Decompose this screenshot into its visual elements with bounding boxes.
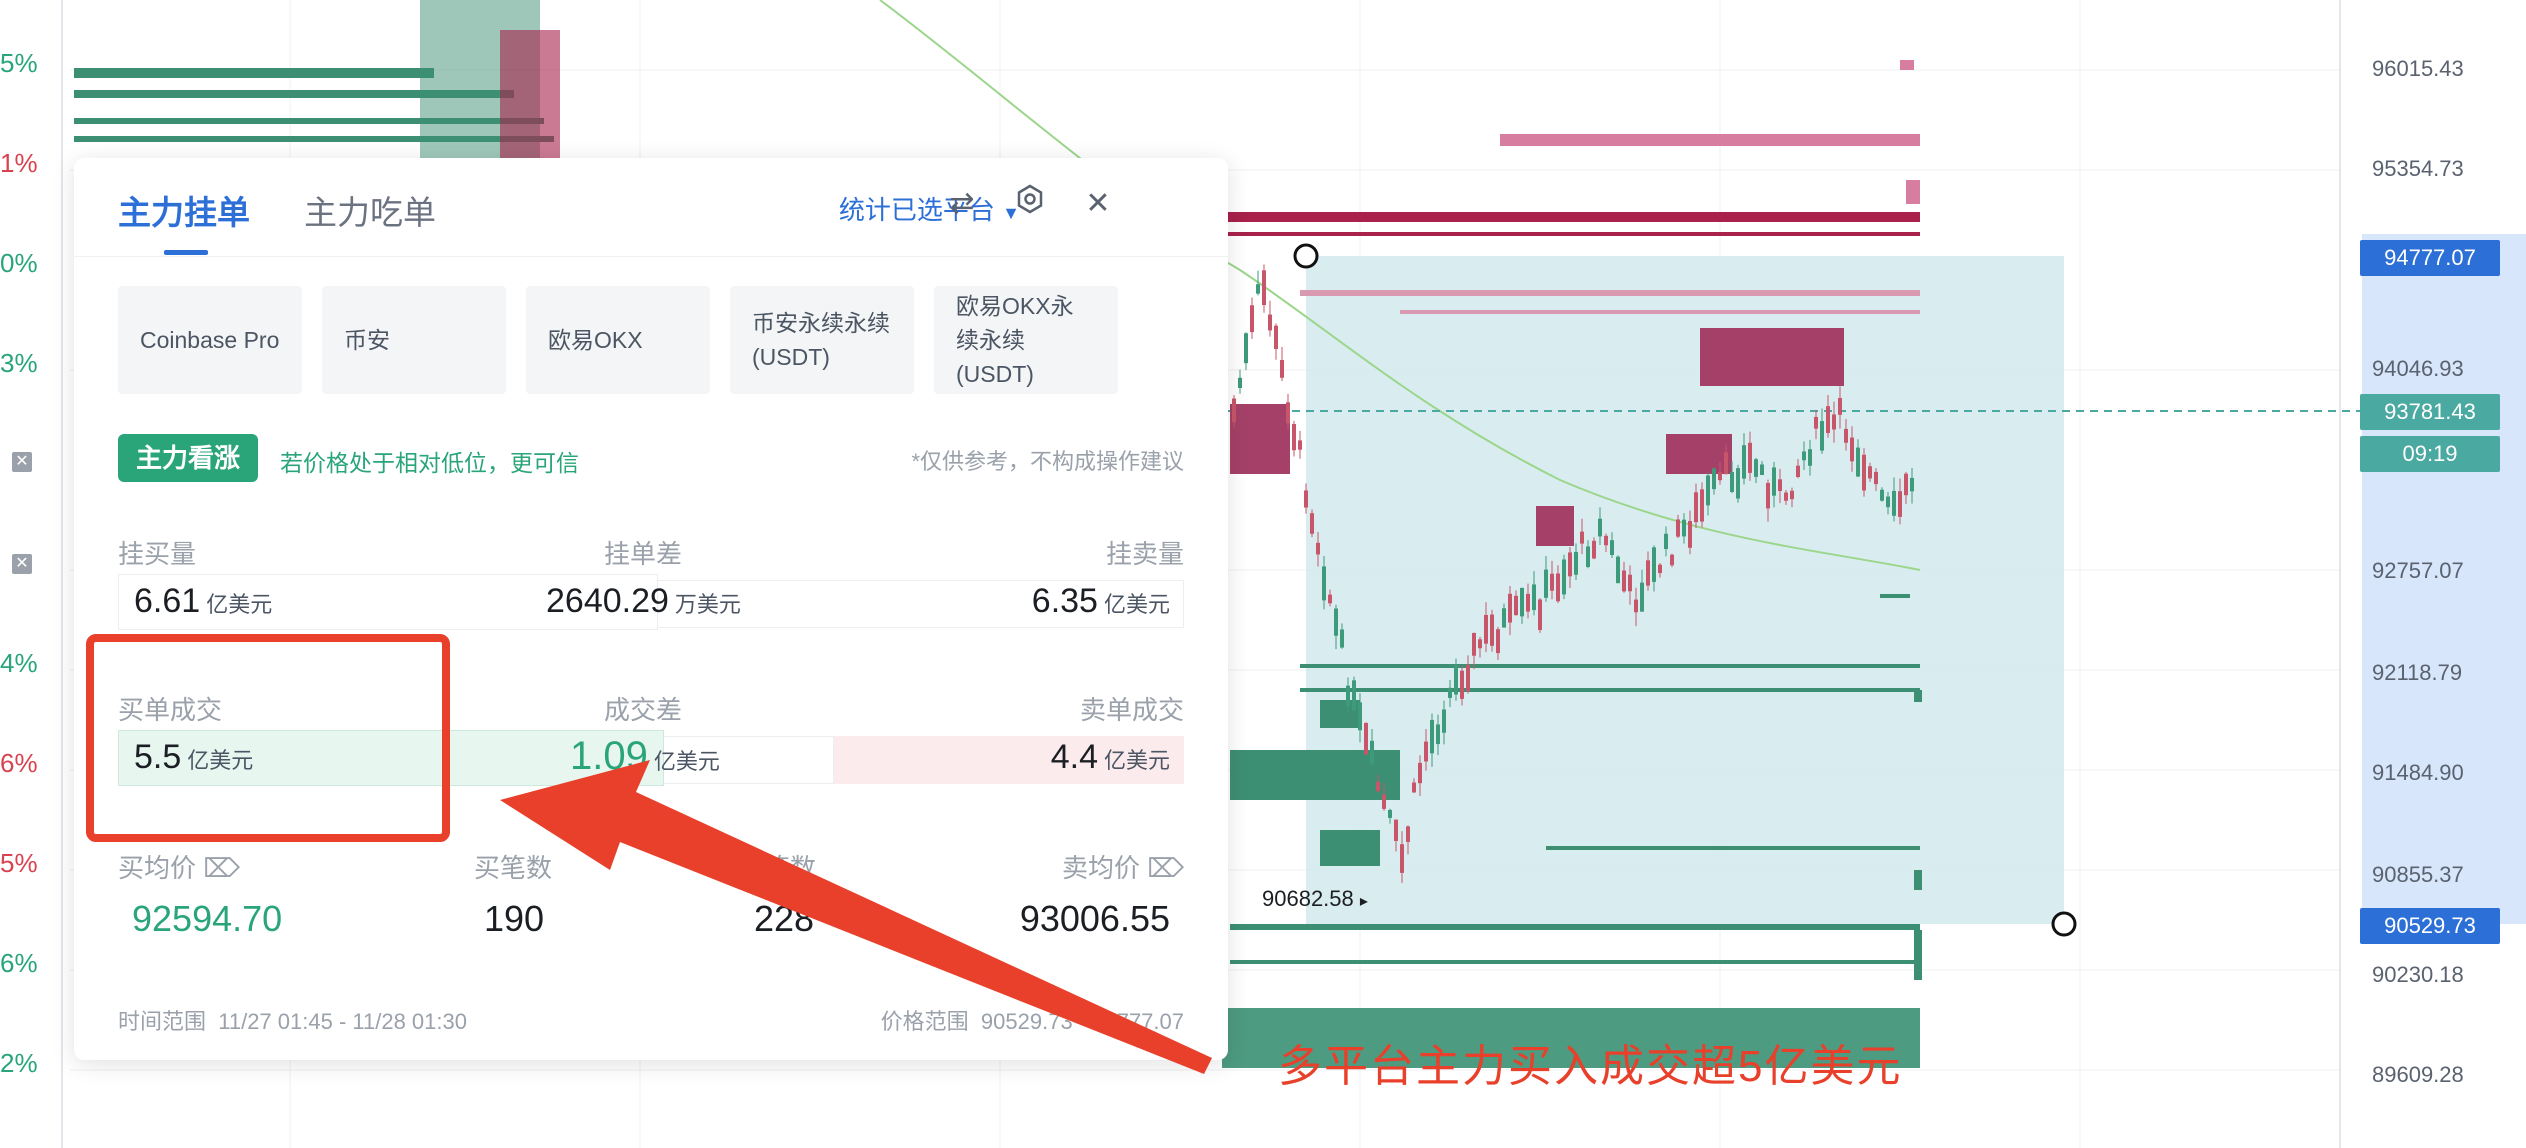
annotation-arrow xyxy=(500,760,1212,1074)
